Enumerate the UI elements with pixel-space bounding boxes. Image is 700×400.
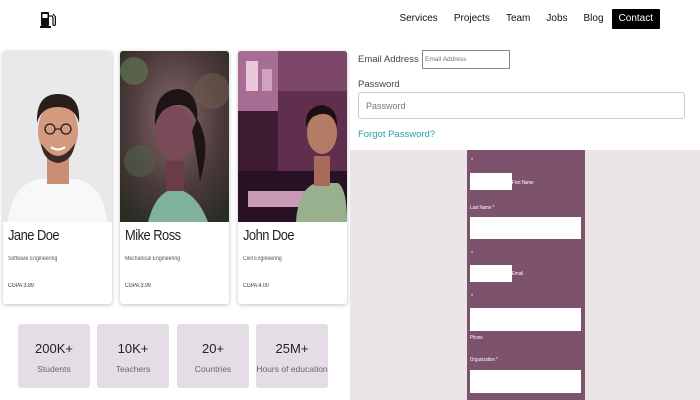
email-label: Email Address [358, 54, 419, 65]
email-signup-input[interactable] [470, 265, 512, 282]
john-doe-photo [238, 51, 347, 222]
email-signup-label: Email [512, 271, 524, 277]
stat-label: Countries [194, 364, 232, 374]
password-label: Password [358, 79, 400, 90]
card-name: John Doe [243, 227, 295, 244]
team-section: Jane Doe Software Engineering CGPA:3.89 [0, 38, 350, 400]
last-name-input[interactable] [470, 217, 581, 239]
card-gpa: CGPA:4.00 [243, 283, 269, 289]
forgot-password-link[interactable]: Forgot Password? [358, 129, 435, 140]
card-name: Mike Ross [125, 227, 181, 244]
nav-blog[interactable]: Blog [576, 9, 612, 29]
organization-input[interactable] [470, 370, 581, 393]
stat-value: 20+ [201, 341, 225, 356]
stat-value: 25M+ [275, 341, 309, 356]
team-card[interactable]: Jane Doe Software Engineering CGPA:3.89 [3, 51, 112, 304]
first-name-label: First Name [512, 180, 534, 186]
phone-label: Phone [470, 335, 483, 341]
login-form: Email Address Password Forgot Password? [350, 38, 700, 150]
first-name-input[interactable] [470, 173, 512, 190]
nav-projects[interactable]: Projects [446, 9, 498, 29]
email-input[interactable] [422, 50, 510, 69]
stat-students: 200K+ Students [18, 324, 90, 388]
required-mark: * [471, 251, 473, 257]
required-mark: * [471, 158, 473, 164]
required-mark: * [471, 294, 473, 300]
jane-doe-photo [3, 51, 112, 222]
phone-input[interactable] [470, 308, 581, 331]
password-input[interactable] [358, 92, 685, 119]
nav-jobs[interactable]: Jobs [538, 9, 575, 29]
card-gpa: CGPA:3.89 [8, 283, 34, 289]
stat-value: 200K+ [35, 341, 73, 356]
card-name: Jane Doe [8, 227, 60, 244]
card-major: Software Engineering [8, 256, 58, 262]
forms-section: Email Address Password Forgot Password? … [350, 38, 700, 400]
team-card[interactable]: John Doe Civil Engineering CGPA:4.00 [238, 51, 347, 304]
stat-value: 10K+ [117, 341, 149, 356]
nav-services[interactable]: Services [391, 9, 445, 29]
fuel-pump-icon[interactable] [40, 10, 56, 28]
stat-label: Teachers [115, 364, 151, 374]
stat-label: Hours of education [256, 364, 328, 374]
last-name-label: Last Name * [470, 205, 495, 211]
card-major: Civil Engineering [243, 256, 282, 262]
contact-button[interactable]: Contact [611, 9, 660, 29]
stat-teachers: 10K+ Teachers [97, 324, 169, 388]
card-major: Mechanical Engineering [125, 256, 181, 262]
stat-countries: 20+ Countries [177, 324, 249, 388]
top-nav: Services Projects Team Jobs Blog Contact [0, 0, 700, 38]
mike-ross-photo [120, 51, 229, 222]
team-card[interactable]: Mike Ross Mechanical Engineering CGPA:3.… [120, 51, 229, 304]
nav-team[interactable]: Team [498, 9, 538, 29]
card-gpa: CGPA:3.99 [125, 283, 151, 289]
signup-form: * First Name Last Name * * Email * Phone… [467, 150, 585, 400]
stat-hours: 25M+ Hours of education [256, 324, 328, 388]
organization-label: Organization * [470, 357, 498, 363]
stat-label: Students [37, 364, 71, 374]
